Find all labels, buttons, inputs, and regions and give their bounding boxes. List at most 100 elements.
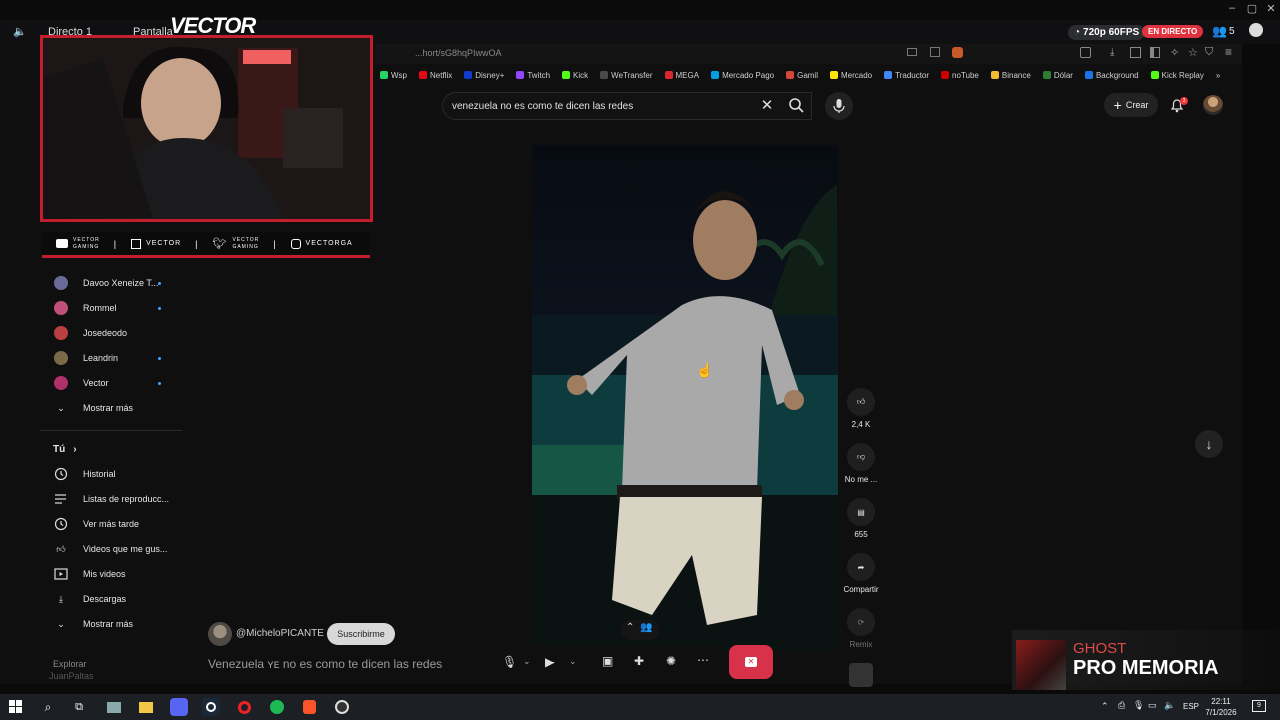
minimize-icon[interactable]: –	[1222, 2, 1242, 14]
show-more-you[interactable]: ⌄ Mostrar más	[40, 613, 180, 635]
sidebar-item-liked-videos[interactable]: 👍︎ Videos que me gus...	[40, 538, 180, 560]
bookmark-d-lar[interactable]: Dólar	[1042, 71, 1073, 80]
sidebar-section-you[interactable]: Tú ›	[40, 438, 180, 460]
bookmark-notube[interactable]: noTube	[941, 71, 979, 80]
bookmark-traductor[interactable]: Traductor	[884, 71, 929, 80]
bookmark-label: Mercado	[840, 70, 873, 80]
bookmark-wetransfer[interactable]: WeTransfer	[600, 71, 653, 80]
tray-display-icon[interactable]: ▭	[1148, 700, 1157, 711]
address-bar[interactable]: ...hort/sG8hqPIwwOA ⤓ ✧ ☆ ⛉ ≡	[375, 44, 1242, 64]
expand-participants-button[interactable]: ⌃ 👥	[621, 620, 659, 640]
chat-icon[interactable]	[1249, 23, 1263, 37]
bookmark-netflix[interactable]: Netflix	[419, 71, 452, 80]
sidebar-item-my-videos[interactable]: Mis videos	[40, 563, 180, 585]
volume-icon[interactable]: 🔈	[10, 25, 30, 38]
remix-button[interactable]: ⟳ Remix	[843, 608, 879, 649]
microphone-icon[interactable]: 🎙︎	[502, 655, 517, 669]
brave-icon[interactable]	[300, 698, 318, 716]
spotify-icon[interactable]	[268, 698, 286, 716]
tab-icon[interactable]	[1080, 47, 1091, 58]
voice-search-button[interactable]	[825, 92, 853, 120]
screen-share-icon[interactable]: ▣	[602, 654, 613, 668]
close-icon[interactable]: ✕	[1261, 2, 1280, 15]
avatar[interactable]	[1203, 95, 1223, 115]
sidebar-item-downloads[interactable]: ⤓ Descargas	[40, 588, 180, 610]
viewers-icon[interactable]: 👥	[1212, 24, 1227, 38]
vector-logo: VECTOR	[170, 13, 256, 38]
bookmark-gamil[interactable]: Gamil	[786, 71, 818, 80]
sidebar-item-playlists[interactable]: Listas de reproducc...	[40, 488, 180, 510]
subscribe-button[interactable]: Suscribirme	[327, 623, 395, 645]
tray-chevron-icon[interactable]: ⌃	[1101, 701, 1109, 712]
bookmark-disney-[interactable]: Disney+	[464, 71, 504, 80]
sidebar-subscription[interactable]: Davoo Xeneize T...	[40, 272, 180, 294]
bookmark-binance[interactable]: Binance	[990, 71, 1031, 80]
channel-avatar[interactable]	[208, 622, 232, 646]
obs-icon[interactable]	[333, 698, 351, 716]
bookmark-kick-replay[interactable]: Kick Replay	[1150, 71, 1204, 80]
share-page-icon[interactable]	[930, 47, 940, 57]
sidebar-subscription[interactable]: Josedeodo	[40, 322, 180, 344]
short-video-player[interactable]	[532, 145, 838, 650]
like-button[interactable]: 👍︎ 2,4 K	[843, 388, 879, 429]
bookmark-background[interactable]: Background	[1084, 71, 1139, 80]
clear-search-icon[interactable]: ✕	[757, 96, 777, 116]
activities-icon[interactable]: ✚	[634, 654, 644, 668]
sidebar-subscription[interactable]: Vector	[40, 372, 180, 394]
comment-count: 655	[854, 530, 868, 539]
bookmarks-overflow-icon[interactable]: »	[1216, 71, 1220, 80]
windows-start-icon[interactable]	[7, 698, 25, 716]
menu-icon[interactable]: ≡	[1225, 45, 1232, 59]
share-button[interactable]: ➦ Compartir	[843, 553, 879, 594]
comments-button[interactable]: ▤ 655	[843, 498, 879, 539]
sidebar-subscription[interactable]: Rommel	[40, 297, 180, 319]
crop-icon[interactable]	[1130, 47, 1141, 58]
star-icon[interactable]: ☆	[1188, 46, 1198, 59]
extension-icon[interactable]	[952, 47, 963, 58]
bookmark-mercado-pago[interactable]: Mercado Pago	[711, 71, 774, 80]
new-content-dot	[158, 306, 161, 310]
channel-name[interactable]: @MicheloPICANTE	[236, 628, 324, 639]
create-button[interactable]: + Crear	[1104, 93, 1158, 117]
opera-icon[interactable]	[235, 698, 253, 716]
sidebar-item-history[interactable]: Historial	[40, 463, 180, 485]
sidebar-icon[interactable]	[1150, 47, 1160, 58]
section-title: Tú	[53, 443, 66, 455]
sidebar-subscription[interactable]: Leandrin	[40, 347, 180, 369]
taskbar-clock[interactable]: 22:11 7/1/2026	[1201, 696, 1241, 718]
tray-network-icon[interactable]: ⎙	[1118, 700, 1125, 711]
social-twitch: VECTOR	[117, 238, 195, 249]
screen-icon[interactable]	[907, 48, 917, 56]
download-icon[interactable]: ⤓	[1110, 47, 1114, 58]
notification-center-icon[interactable]: 9	[1252, 700, 1266, 712]
more-options-icon[interactable]: ⋯	[697, 653, 709, 667]
shield-icon[interactable]: ⛉	[1205, 46, 1213, 59]
task-view-icon[interactable]: ⧉	[70, 698, 88, 716]
search-button[interactable]	[783, 92, 811, 120]
soundboard-icon[interactable]: ✺	[666, 654, 676, 668]
puzzle-icon[interactable]: ✧	[1170, 46, 1179, 59]
next-video-button[interactable]: ↓	[1195, 430, 1223, 458]
sidebar-item-watch-later[interactable]: Ver más tarde	[40, 513, 180, 535]
bookmark-mercado[interactable]: Mercado	[829, 70, 873, 80]
file-explorer-old-icon[interactable]	[105, 698, 123, 716]
tray-mic-icon[interactable]: 🎙︎	[1133, 700, 1144, 711]
bookmark-kick[interactable]: Kick	[562, 71, 588, 80]
bookmark-mega[interactable]: MEGA	[664, 71, 699, 80]
camera-off-icon[interactable]: ▶	[545, 655, 554, 669]
bookmark-twitch[interactable]: Twitch	[516, 71, 550, 80]
dislike-button[interactable]: 👎︎ No me ...	[843, 443, 879, 484]
steam-icon[interactable]	[202, 698, 220, 716]
file-explorer-icon[interactable]	[137, 698, 155, 716]
maximize-icon[interactable]: ▢	[1242, 2, 1262, 15]
language-indicator[interactable]: ESP	[1183, 702, 1199, 711]
tray-volume-icon[interactable]: 🔈	[1164, 700, 1175, 711]
bookmark-wsp[interactable]: Wsp	[380, 71, 407, 80]
audio-thumbnail[interactable]	[849, 663, 873, 687]
chevron-down-icon[interactable]: ⌄	[523, 656, 531, 667]
discord-icon[interactable]	[170, 698, 188, 716]
show-more-subscriptions[interactable]: ⌄ Mostrar más	[40, 397, 180, 419]
search-icon[interactable]: ⌕	[39, 698, 57, 716]
end-stream-button[interactable]: ✕	[729, 645, 773, 679]
chevron-down-icon[interactable]: ⌄	[569, 656, 577, 667]
